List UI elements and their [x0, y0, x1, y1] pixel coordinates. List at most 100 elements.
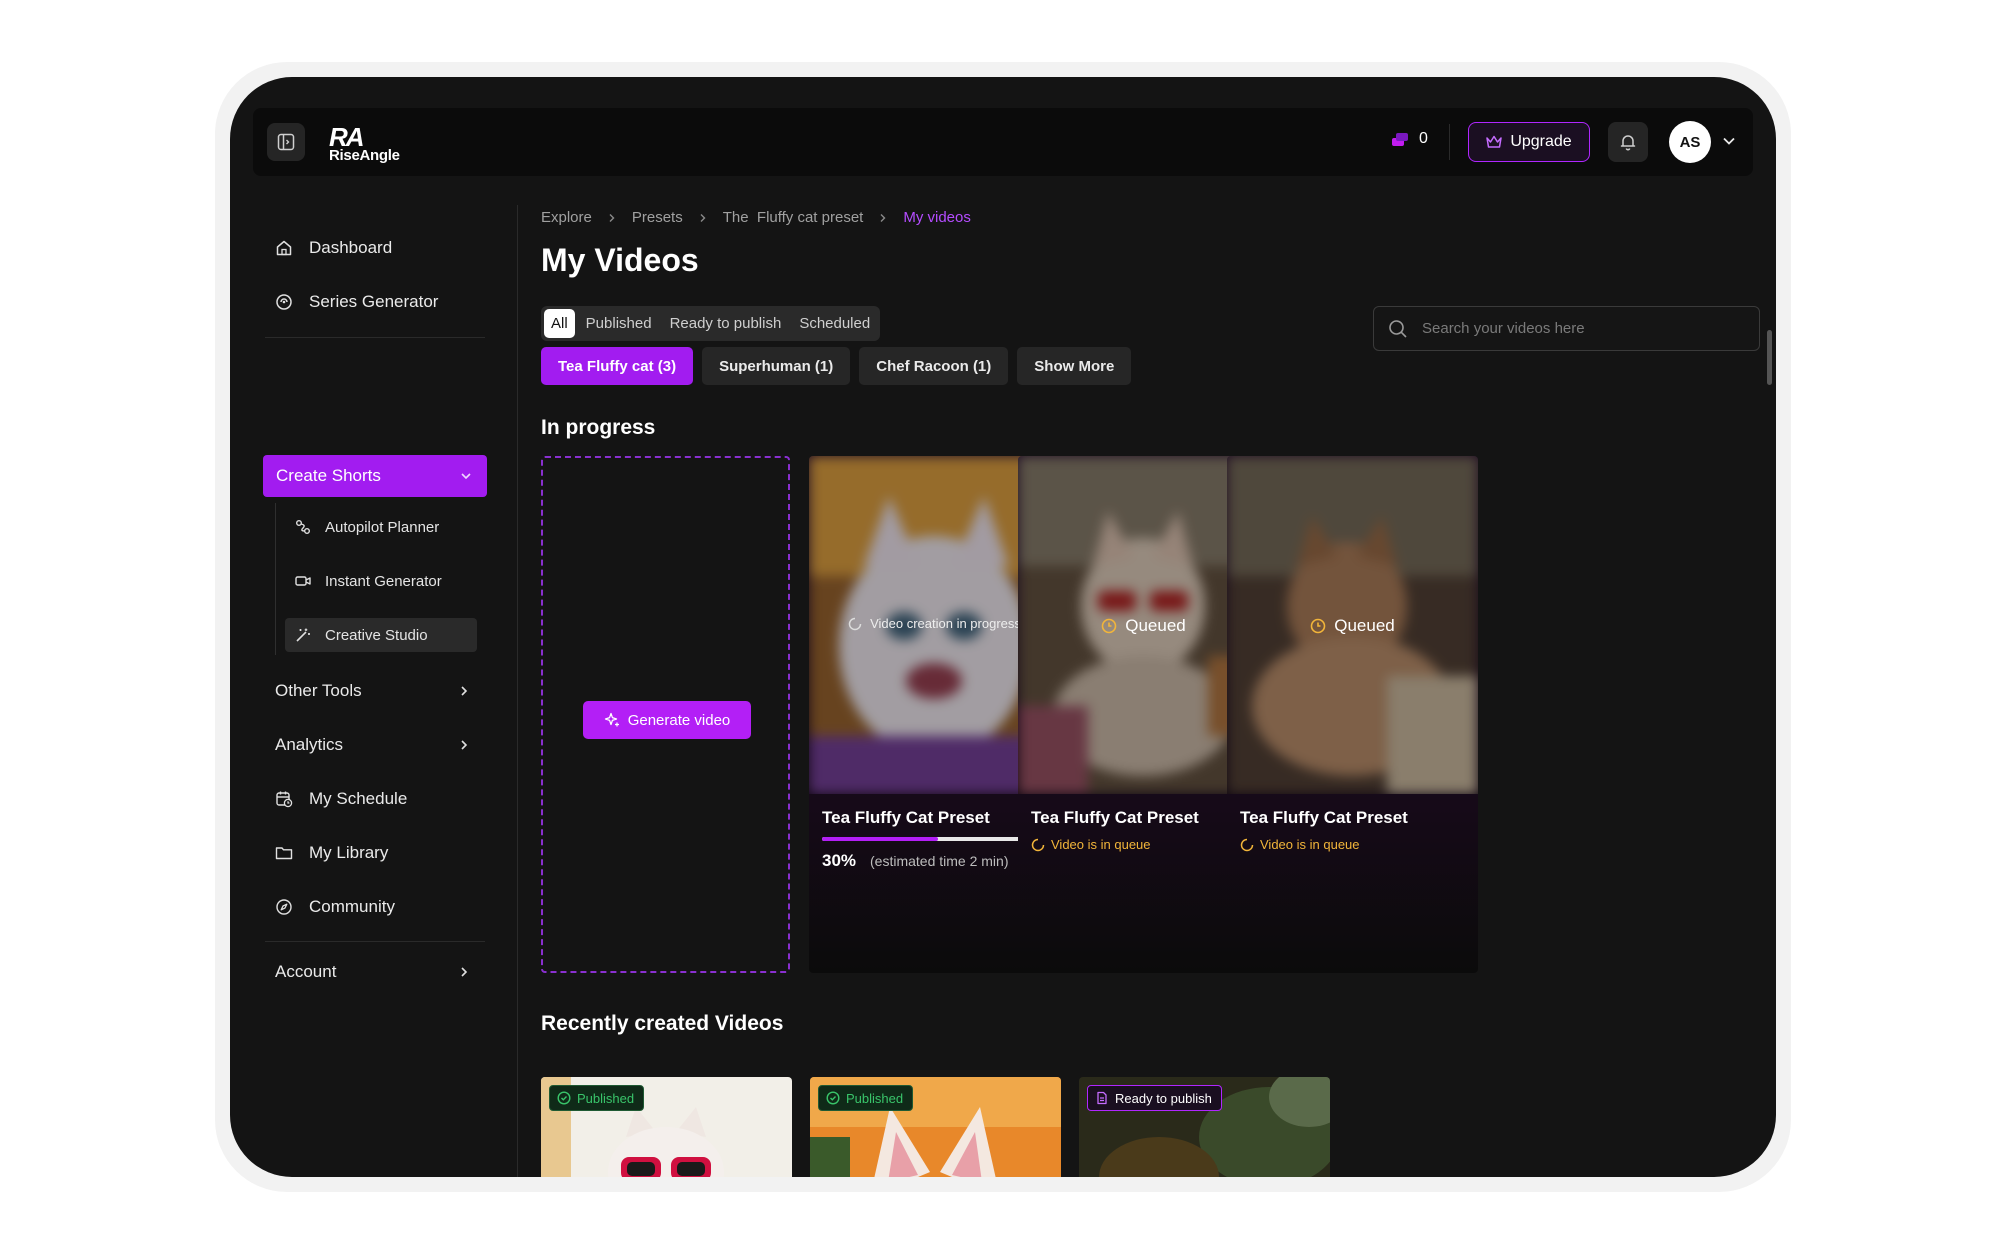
credits-value: 0	[1419, 130, 1428, 147]
compass-icon	[276, 899, 292, 915]
avatar[interactable]: AS	[1669, 121, 1711, 163]
credits-counter[interactable]: 0	[1391, 130, 1428, 148]
chevron-right-icon	[461, 967, 468, 977]
chip-superhuman[interactable]: Superhuman (1)	[702, 347, 851, 385]
video-title: Tea Fluffy Cat Preset	[1031, 808, 1199, 827]
queue-status: Video is in queue	[1240, 837, 1360, 852]
ready-to-publish-badge: Ready to publish	[1087, 1085, 1222, 1111]
chevron-right-icon	[880, 213, 886, 222]
sidebar-item-label: My Schedule	[309, 789, 408, 808]
sidebar-item-label: Analytics	[275, 735, 344, 754]
header-divider	[1449, 124, 1450, 160]
page-title: My Videos	[541, 242, 699, 278]
breadcrumb: Explore Presets The Fluffy cat preset My…	[541, 209, 971, 226]
check-circle-icon	[826, 1091, 840, 1105]
logo[interactable]: RA RiseAngle	[329, 122, 401, 166]
queued-status-label: Queued	[1334, 616, 1395, 635]
chevron-right-icon	[461, 686, 468, 696]
coins-icon	[1392, 133, 1408, 146]
sidebar-item-label: Create Shorts	[276, 466, 381, 485]
sidebar-item-label: Series Generator	[309, 292, 439, 311]
loading-spinner-icon	[1031, 838, 1045, 851]
sidebar-item-label: Account	[275, 962, 337, 981]
sidebar-item-autopilot-planner[interactable]: Autopilot Planner	[285, 510, 477, 544]
progress-percent: 30%	[822, 851, 857, 870]
app-window: RA RiseAngle 0 Upgrade AS Dashboard Seri…	[230, 77, 1776, 1177]
breadcrumb-current: My videos	[903, 209, 971, 226]
submenu-guide-line	[275, 503, 276, 655]
notifications-button[interactable]	[1608, 122, 1648, 162]
sidebar-item-create-shorts[interactable]: Create Shorts	[263, 455, 487, 497]
tab-ready-to-publish[interactable]: Ready to publish	[663, 309, 789, 338]
logo-text: RiseAngle	[329, 147, 400, 164]
recent-video-card[interactable]: Ready to publish	[1079, 1077, 1330, 1177]
sidebar-divider	[265, 337, 485, 338]
badge-label: Ready to publish	[1115, 1090, 1212, 1106]
video-camera-icon	[295, 576, 311, 586]
sidebar-item-dashboard[interactable]: Dashboard	[263, 227, 483, 269]
clock-icon	[1310, 618, 1326, 634]
sidebar-item-label: Other Tools	[275, 681, 362, 700]
show-more-button[interactable]: Show More	[1017, 347, 1132, 385]
sparkle-icon	[604, 712, 619, 727]
route-icon	[296, 520, 310, 534]
badge-label: Published	[577, 1090, 635, 1106]
sidebar-item-label: Community	[309, 897, 395, 916]
recent-video-card[interactable]: Published	[541, 1077, 792, 1177]
chevron-right-icon	[609, 213, 615, 222]
sidebar-panel-icon	[277, 133, 295, 151]
creation-status-label: Video creation in progress	[870, 616, 1021, 631]
sidebar-toggle-button[interactable]	[267, 123, 305, 161]
sidebar-item-creative-studio[interactable]: Creative Studio	[285, 618, 477, 652]
video-card-queued[interactable]: Queued Tea Fluffy Cat Preset Video is in…	[1227, 456, 1478, 973]
queued-status-label: Queued	[1125, 616, 1186, 635]
crown-icon	[1486, 135, 1503, 148]
preset-chips: Tea Fluffy cat (3) Superhuman (1) Chef R…	[541, 347, 1132, 385]
queue-status: Video is in queue	[1031, 837, 1151, 852]
folder-icon	[275, 847, 293, 860]
tab-scheduled[interactable]: Scheduled	[792, 309, 877, 338]
queue-status-label: Video is in queue	[1051, 837, 1151, 852]
sidebar-item-analytics[interactable]: Analytics	[263, 724, 483, 766]
main-content: Explore Presets The Fluffy cat preset My…	[540, 197, 1772, 1177]
sidebar-item-instant-generator[interactable]: Instant Generator	[285, 564, 477, 598]
status-filter-tabs: All Published Ready to publish Scheduled	[541, 306, 881, 341]
sidebar-item-other-tools[interactable]: Other Tools	[263, 670, 483, 712]
breadcrumb-presets[interactable]: Presets	[632, 209, 683, 226]
scrollbar-thumb[interactable]	[1767, 330, 1772, 385]
queue-status-label: Video is in queue	[1260, 837, 1360, 852]
chevron-down-icon	[461, 473, 471, 480]
sidebar-item-label: My Library	[309, 843, 389, 862]
search-input[interactable]	[1422, 320, 1742, 337]
progress-fill	[822, 837, 938, 841]
search-icon	[1389, 319, 1407, 338]
sidebar-border	[517, 205, 518, 1177]
tab-all[interactable]: All	[544, 309, 575, 338]
search-box	[1373, 306, 1760, 351]
upgrade-button[interactable]: Upgrade	[1468, 122, 1590, 162]
tab-published[interactable]: Published	[579, 309, 659, 338]
sidebar-item-my-library[interactable]: My Library	[263, 832, 483, 874]
sidebar-item-label: Instant Generator	[325, 572, 442, 590]
top-bar: RA RiseAngle 0 Upgrade AS	[253, 108, 1753, 176]
breadcrumb-preset[interactable]: The Fluffy cat preset	[723, 209, 864, 226]
breadcrumb-explore[interactable]: Explore	[541, 209, 592, 226]
document-icon	[1097, 1091, 1107, 1105]
recent-video-card[interactable]: Published	[810, 1077, 1061, 1177]
sidebar-item-account[interactable]: Account	[263, 951, 483, 993]
chip-chef-racoon[interactable]: Chef Racoon (1)	[859, 347, 1009, 385]
sidebar-item-community[interactable]: Community	[263, 886, 483, 928]
upgrade-label: Upgrade	[1510, 133, 1572, 150]
published-badge: Published	[818, 1085, 914, 1111]
generate-video-button[interactable]: Generate video	[583, 701, 751, 739]
sidebar-divider	[265, 941, 485, 942]
chip-tea-fluffy-cat[interactable]: Tea Fluffy cat (3)	[541, 347, 694, 385]
sidebar-item-series-generator[interactable]: Series Generator	[263, 281, 483, 323]
video-title: Tea Fluffy Cat Preset	[1240, 808, 1408, 827]
chevron-right-icon	[461, 740, 468, 750]
chevron-down-icon[interactable]	[1721, 133, 1737, 149]
magic-wand-icon	[296, 628, 310, 642]
home-icon	[276, 240, 292, 256]
sidebar-item-my-schedule[interactable]: My Schedule	[263, 778, 483, 820]
loading-spinner-icon	[1240, 838, 1254, 851]
